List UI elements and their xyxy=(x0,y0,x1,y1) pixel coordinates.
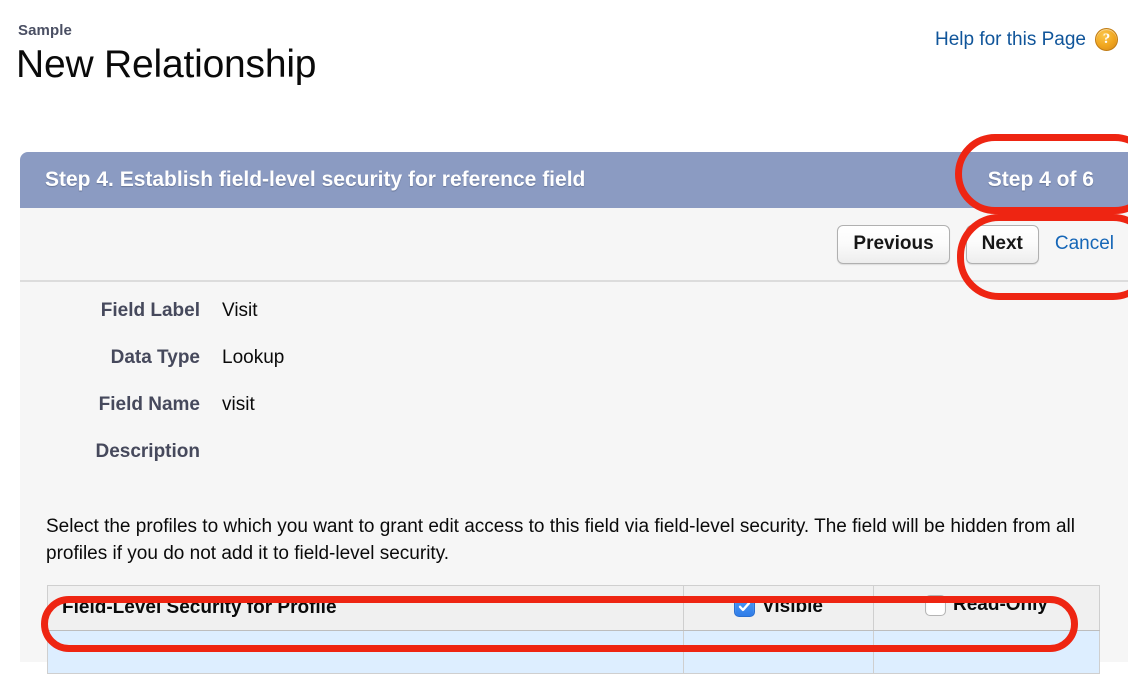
help-area: Help for this Page ? xyxy=(935,28,1118,51)
wizard-step-bar: Step 4. Establish field-level security f… xyxy=(20,152,1128,208)
read-only-label: Read-Only xyxy=(952,594,1049,616)
breadcrumb: Sample xyxy=(18,22,72,39)
wizard-panel: Step 4. Establish field-level security f… xyxy=(20,152,1128,674)
read-only-cell xyxy=(873,629,1100,674)
column-header-profile: Field-Level Security for Profile xyxy=(47,584,684,631)
page-title: New Relationship xyxy=(16,43,317,86)
detail-row-description: Description xyxy=(20,441,1128,488)
detail-row-field-label: Field Label Visit xyxy=(20,300,1128,347)
field-label-label: Field Label xyxy=(100,300,200,321)
visible-cell xyxy=(683,629,874,674)
table-row xyxy=(47,629,1100,674)
wizard-step-title: Step 4. Establish field-level security f… xyxy=(45,168,586,191)
field-level-security-table: Field-Level Security for Profile Visible xyxy=(47,584,1100,674)
column-header-visible: Visible xyxy=(683,584,874,631)
description-label: Description xyxy=(95,441,200,462)
read-only-checkbox[interactable] xyxy=(924,594,946,616)
previous-button[interactable]: Previous xyxy=(837,224,950,264)
field-name-label: Field Name xyxy=(98,394,200,415)
question-mark-icon[interactable]: ? xyxy=(1095,28,1118,51)
field-name-value: visit xyxy=(222,394,255,415)
profile-cell xyxy=(47,629,684,674)
data-type-label: Data Type xyxy=(110,347,200,368)
detail-row-data-type: Data Type Lookup xyxy=(20,347,1128,394)
field-label-value: Visit xyxy=(222,300,258,321)
visible-label: Visible xyxy=(762,595,823,617)
field-level-security-instructions: Select the profiles to which you want to… xyxy=(46,516,1075,564)
wizard-step-counter: Step 4 of 6 xyxy=(987,168,1094,191)
page-header: Sample New Relationship Help for this Pa… xyxy=(0,0,1128,128)
column-header-read-only: Read-Only xyxy=(873,584,1100,631)
cancel-link[interactable]: Cancel xyxy=(1055,233,1120,255)
data-type-value: Lookup xyxy=(222,347,285,368)
detail-row-field-name: Field Name visit xyxy=(20,394,1128,441)
help-for-this-page-link[interactable]: Help for this Page xyxy=(935,29,1086,51)
visible-checkbox[interactable] xyxy=(734,596,756,618)
next-button[interactable]: Next xyxy=(965,224,1039,264)
wizard-body: Field Label Visit Data Type Lookup Field… xyxy=(20,282,1128,674)
table-header-row: Field-Level Security for Profile Visible xyxy=(47,584,1100,631)
wizard-button-bar: Previous Next Cancel xyxy=(20,208,1128,282)
